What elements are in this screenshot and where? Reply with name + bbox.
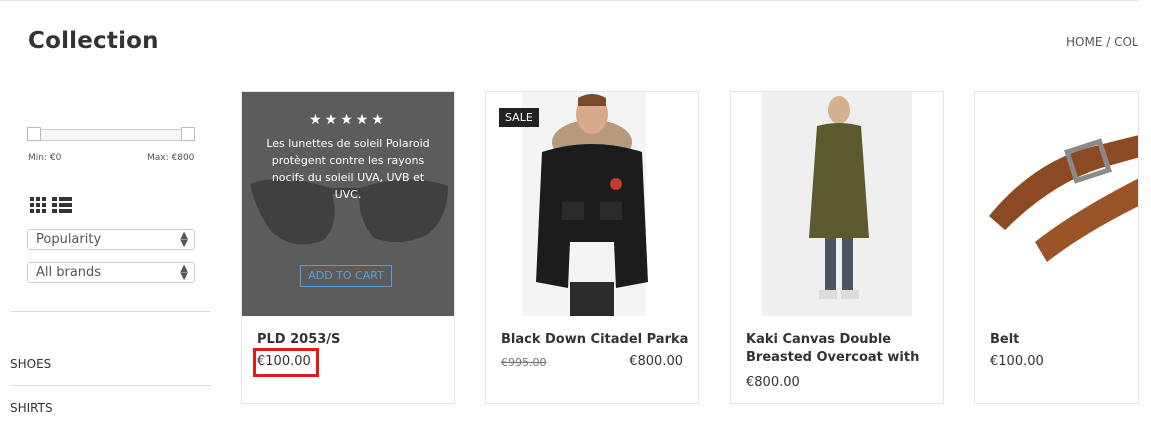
slider-min-handle[interactable] <box>27 127 41 141</box>
product-card[interactable]: Belt €100.00 <box>974 91 1139 404</box>
product-name[interactable]: Black Down Citadel Parka <box>501 331 691 349</box>
sort-select-value: Popularity <box>36 232 102 247</box>
product-hover-overlay: ★★★★★ Les lunettes de soleil Polaroid pr… <box>242 92 454 316</box>
brand-select[interactable]: All brands ▲ ▼ <box>27 262 195 283</box>
price-max-label: Max: €800 <box>147 153 195 163</box>
select-arrows-icon: ▲ ▼ <box>180 230 188 249</box>
sort-select[interactable]: Popularity ▲ ▼ <box>27 229 195 250</box>
category-link-shoes[interactable]: SHOES <box>10 357 51 371</box>
product-image[interactable]: ★★★★★ Les lunettes de soleil Polaroid pr… <box>242 92 454 316</box>
slider-track <box>33 129 191 141</box>
product-card[interactable]: SALE Black Down Citadel Parka €995.00 €8… <box>485 91 699 404</box>
top-divider <box>0 0 1138 1</box>
grid-view-icon[interactable] <box>30 197 46 213</box>
product-old-price: €995.00 <box>501 356 547 369</box>
sale-badge: SALE <box>499 108 539 127</box>
product-price: €800.00 <box>629 354 683 369</box>
add-to-cart-button[interactable]: ADD TO CART <box>300 265 392 287</box>
price-range-slider[interactable] <box>27 127 195 143</box>
rating-stars: ★★★★★ <box>309 112 387 128</box>
overcoat-image <box>762 92 912 316</box>
category-link-shirts[interactable]: SHIRTS <box>10 401 53 415</box>
product-image[interactable] <box>731 92 943 316</box>
page-title: Collection <box>28 28 159 54</box>
belt-image <box>989 135 1138 262</box>
product-description: Les lunettes de soleil Polaroid protègen… <box>266 137 430 201</box>
product-price: €800.00 <box>746 375 800 390</box>
product-image[interactable] <box>975 92 1138 316</box>
brand-select-value: All brands <box>36 265 102 280</box>
slider-max-handle[interactable] <box>181 127 195 141</box>
product-price: €100.00 <box>990 354 1044 369</box>
sidebar-divider <box>10 311 211 312</box>
sidebar-divider <box>10 385 211 386</box>
price-highlight-box <box>253 348 319 377</box>
list-view-icon[interactable] <box>52 197 72 213</box>
product-name[interactable]: Belt <box>990 331 1138 349</box>
product-card[interactable]: Kaki Canvas Double Breasted Overcoat wit… <box>730 91 944 404</box>
product-image[interactable]: SALE <box>486 92 698 316</box>
select-arrows-icon: ▲ ▼ <box>180 263 188 282</box>
price-min-label: Min: €0 <box>28 153 62 163</box>
product-name[interactable]: Kaki Canvas Double Breasted Overcoat wit… <box>746 331 936 367</box>
product-name[interactable]: PLD 2053/S <box>257 331 447 349</box>
breadcrumb[interactable]: HOME / COL <box>1066 35 1138 49</box>
